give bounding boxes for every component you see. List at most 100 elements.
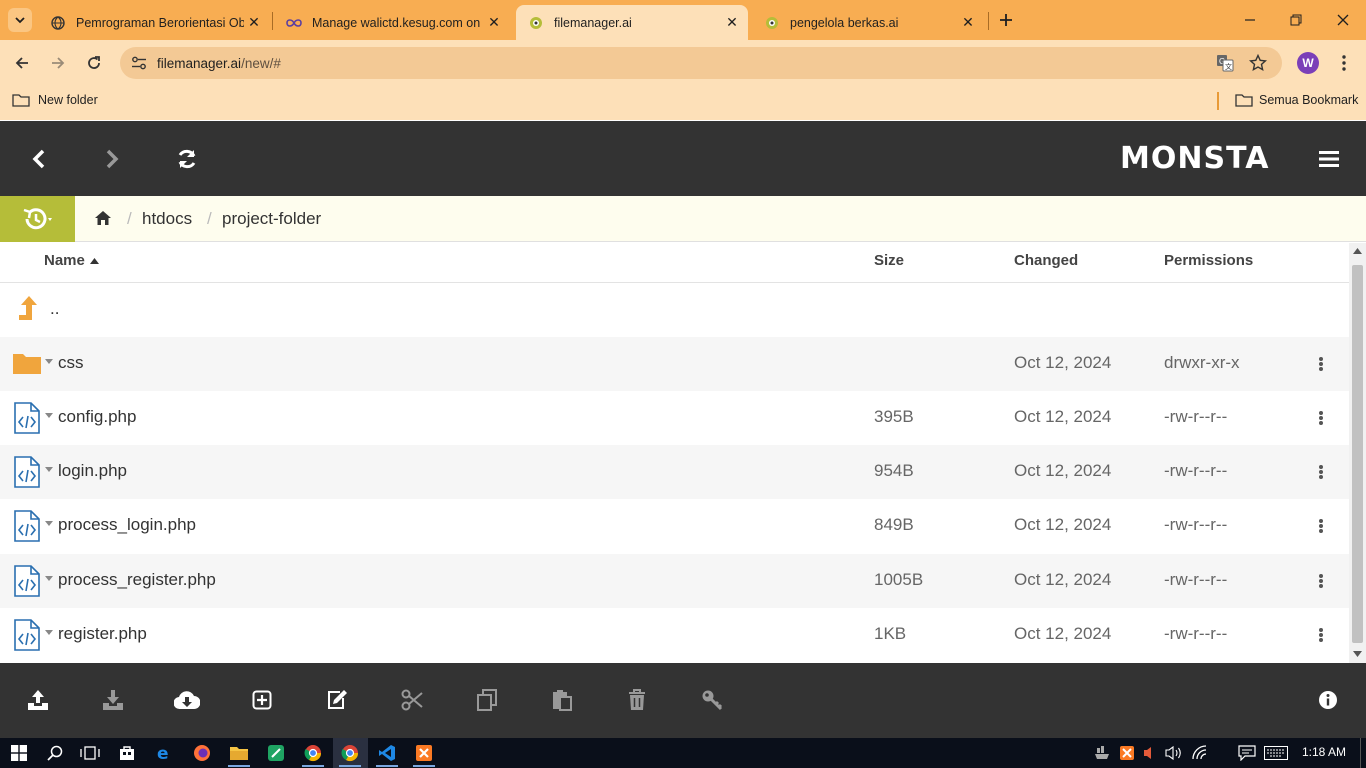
minimize-button[interactable] (1238, 8, 1262, 32)
new-item-button[interactable] (249, 687, 275, 713)
more-actions-icon[interactable] (1312, 571, 1330, 591)
download-button[interactable] (100, 687, 126, 713)
file-row[interactable]: process_login.php 849B Oct 12, 2024 -rw-… (0, 499, 1349, 553)
app-menu-button[interactable] (1316, 146, 1342, 172)
scrollbar-thumb[interactable] (1352, 265, 1363, 643)
row-dropdown-caret[interactable] (45, 576, 53, 581)
tab-title: filemanager.ai (554, 15, 632, 30)
browser-tab-2[interactable]: Manage walictd.kesug.com on I ✕ (274, 5, 510, 40)
edge-icon[interactable]: e (155, 743, 175, 763)
edit-button[interactable] (324, 687, 350, 713)
vscode-icon[interactable] (377, 743, 397, 763)
copy-icon (477, 689, 497, 711)
more-actions-icon[interactable] (1312, 625, 1330, 645)
delete-button[interactable] (624, 687, 650, 713)
restore-button[interactable] (1284, 8, 1308, 32)
file-row[interactable]: login.php 954B Oct 12, 2024 -rw-r--r-- (0, 445, 1349, 499)
xampp-icon[interactable] (414, 743, 434, 763)
chat-icon[interactable] (1237, 743, 1257, 763)
bookmarks-bar: New folder Semua Bookmark (0, 85, 1366, 120)
volume-icon[interactable] (1164, 743, 1184, 763)
browser-tab-1[interactable]: Pemrograman Berorientasi Obje ✕ (38, 5, 270, 40)
store-icon[interactable] (117, 743, 137, 763)
copy-button[interactable] (474, 687, 500, 713)
task-view-icon[interactable] (80, 743, 100, 763)
column-size-header[interactable]: Size (874, 252, 904, 269)
keyboard-icon[interactable] (1263, 743, 1289, 763)
file-row[interactable]: css Oct 12, 2024 drwxr-xr-x (0, 337, 1349, 391)
info-button[interactable] (1315, 687, 1341, 713)
upload-button[interactable] (25, 687, 51, 713)
tab-search-button[interactable] (8, 8, 32, 32)
back-button[interactable] (8, 49, 36, 77)
arrow-right-icon (52, 57, 65, 69)
close-tab-icon[interactable]: ✕ (244, 13, 264, 33)
more-actions-icon[interactable] (1312, 516, 1330, 536)
history-button[interactable] (0, 196, 75, 242)
nav-forward-button[interactable] (99, 146, 125, 172)
refresh-button[interactable] (174, 146, 200, 172)
tab-title: Manage walictd.kesug.com on I (312, 15, 484, 30)
breadcrumb: / htdocs / project-folder (0, 196, 1366, 242)
column-permissions-header[interactable]: Permissions (1164, 252, 1253, 269)
close-window-button[interactable] (1331, 8, 1355, 32)
new-tab-button[interactable] (994, 8, 1018, 32)
file-list-scrollbar[interactable] (1349, 243, 1366, 663)
file-row[interactable]: process_register.php 1005B Oct 12, 2024 … (0, 554, 1349, 608)
column-changed-header[interactable]: Changed (1014, 252, 1078, 269)
file-size: 395B (874, 407, 914, 426)
all-bookmarks-button[interactable]: Semua Bookmark (1235, 93, 1358, 107)
breadcrumb-project-folder[interactable]: project-folder (222, 209, 321, 229)
translate-icon[interactable]: G文 (1216, 54, 1234, 72)
close-tab-icon[interactable]: ✕ (958, 13, 978, 33)
fetch-remote-button[interactable] (174, 687, 200, 713)
spreadsheet-app-icon[interactable] (266, 743, 286, 763)
reload-button[interactable] (80, 49, 108, 77)
profile-avatar[interactable]: W (1297, 52, 1319, 74)
browser-tab-4[interactable]: pengelola berkas.ai ✕ (752, 5, 984, 40)
level-up-icon (19, 296, 37, 320)
home-icon[interactable] (94, 210, 112, 226)
forward-button[interactable] (44, 49, 72, 77)
browser-tab-3[interactable]: filemanager.ai ✕ (516, 5, 748, 40)
parent-directory-row[interactable]: .. (0, 283, 1349, 337)
tray-app-icon[interactable] (1092, 743, 1112, 763)
breadcrumb-htdocs[interactable]: htdocs (142, 209, 192, 229)
more-actions-icon[interactable] (1312, 462, 1330, 482)
chrome-profile-icon[interactable] (340, 743, 360, 763)
cut-button[interactable] (399, 687, 425, 713)
site-settings-icon[interactable] (131, 56, 147, 70)
scroll-down-arrow-icon[interactable] (1353, 651, 1362, 657)
wifi-icon[interactable] (1190, 743, 1210, 763)
row-dropdown-caret[interactable] (45, 630, 53, 635)
scroll-up-arrow-icon[interactable] (1353, 248, 1362, 254)
row-dropdown-caret[interactable] (45, 467, 53, 472)
taskbar-search-icon[interactable] (45, 743, 65, 763)
firefox-icon[interactable] (192, 743, 212, 763)
file-row[interactable]: config.php 395B Oct 12, 2024 -rw-r--r-- (0, 391, 1349, 445)
notification-speaker-icon[interactable] (1140, 743, 1160, 763)
more-actions-icon[interactable] (1312, 408, 1330, 428)
bookmark-new-folder[interactable]: New folder (12, 93, 98, 107)
column-name-header[interactable]: Name (44, 252, 99, 269)
paste-button[interactable] (549, 687, 575, 713)
permissions-button[interactable] (699, 687, 725, 713)
show-desktop-button[interactable] (1360, 738, 1366, 768)
address-bar[interactable]: filemanager.ai/new/# G文 (120, 47, 1282, 79)
browser-menu-button[interactable] (1330, 49, 1358, 77)
close-tab-icon[interactable]: ✕ (484, 13, 504, 33)
file-explorer-icon[interactable] (229, 743, 249, 763)
row-dropdown-caret[interactable] (45, 359, 53, 364)
windows-start-icon[interactable] (9, 743, 29, 763)
row-dropdown-caret[interactable] (45, 413, 53, 418)
arrow-left-icon (15, 57, 28, 69)
more-actions-icon[interactable] (1312, 354, 1330, 374)
file-row[interactable]: register.php 1KB Oct 12, 2024 -rw-r--r-- (0, 608, 1349, 662)
clock[interactable]: 1:18 AM (1302, 745, 1346, 759)
xampp-tray-icon[interactable] (1117, 743, 1137, 763)
bookmark-star-icon[interactable] (1249, 54, 1267, 72)
chrome-icon[interactable] (303, 743, 323, 763)
row-dropdown-caret[interactable] (45, 521, 53, 526)
nav-back-button[interactable] (26, 146, 52, 172)
close-tab-icon[interactable]: ✕ (722, 13, 742, 33)
